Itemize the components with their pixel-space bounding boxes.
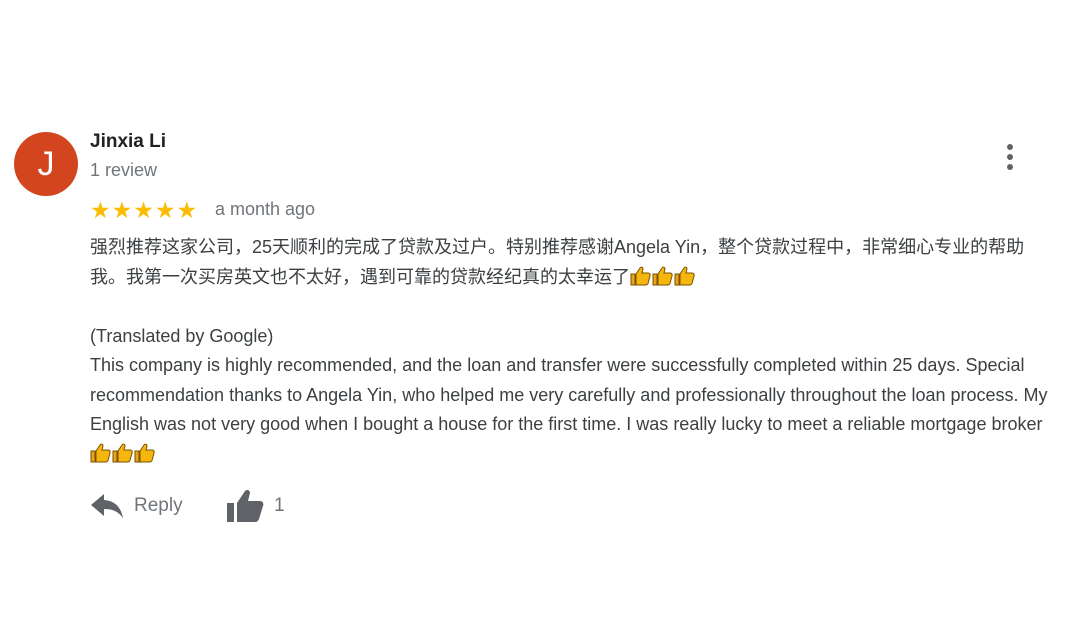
thumbs-up-emoji-group xyxy=(630,266,696,287)
thumbs-up-emoji xyxy=(90,443,111,462)
review-count[interactable]: 1 review xyxy=(90,160,157,181)
menu-dot xyxy=(1007,164,1013,170)
reply-button[interactable]: Reply xyxy=(90,486,183,526)
translated-text: This company is highly recommended, and … xyxy=(90,355,1048,434)
thumbs-up-emoji xyxy=(674,266,695,285)
avatar[interactable]: J xyxy=(14,132,78,196)
translated-label: (Translated by Google) xyxy=(90,325,274,346)
original-text-paragraph: 强烈推荐这家公司，25天顺利的完成了贷款及过户。特别推荐感谢Angela Yin… xyxy=(90,233,1058,292)
reply-icon xyxy=(91,494,123,518)
translated-text-paragraph: This company is highly recommended, and … xyxy=(90,351,1058,469)
like-button[interactable]: 1 xyxy=(226,486,285,526)
review-text: 强烈推荐这家公司，25天顺利的完成了贷款及过户。特别推荐感谢Angela Yin… xyxy=(90,233,1058,469)
thumbs-up-emoji xyxy=(652,266,673,285)
thumbs-up-emoji xyxy=(630,266,651,285)
review-card: J Jinxia Li 1 review ★★★★★ a month ago 强… xyxy=(0,0,1080,634)
star-rating: ★★★★★ xyxy=(90,197,199,223)
thumbs-up-emoji-group xyxy=(90,443,156,464)
more-vert-icon[interactable] xyxy=(996,140,1024,174)
reviewer-name[interactable]: Jinxia Li xyxy=(90,131,166,153)
review-actions: Reply 1 xyxy=(90,486,330,526)
avatar-letter: J xyxy=(37,145,55,183)
thumbs-up-icon xyxy=(227,489,264,522)
original-text: 强烈推荐这家公司，25天顺利的完成了贷款及过户。特别推荐感谢Angela Yin… xyxy=(90,237,1025,287)
thumbs-up-emoji xyxy=(112,443,133,462)
menu-dot xyxy=(1007,144,1013,150)
thumbs-up-emoji xyxy=(134,443,155,462)
review-date: a month ago xyxy=(215,199,316,219)
menu-dot xyxy=(1007,154,1013,160)
reply-label: Reply xyxy=(134,495,183,516)
like-count: 1 xyxy=(274,495,285,516)
